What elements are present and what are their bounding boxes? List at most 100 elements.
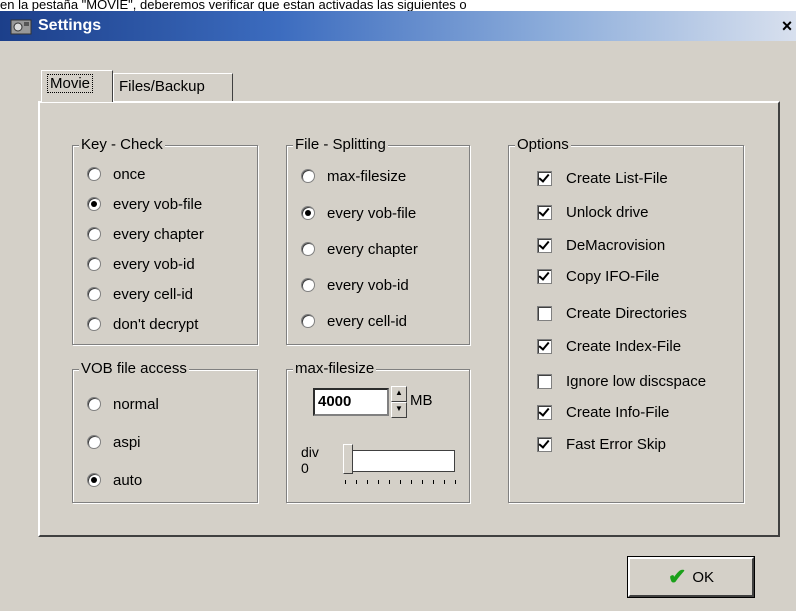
radio-indicator: [301, 242, 315, 256]
radio-auto[interactable]: auto: [87, 470, 142, 490]
slider-ticks: [345, 480, 457, 484]
radio-indicator: [87, 287, 101, 301]
key-check-group: Key - Check once every vob-file every ch…: [72, 136, 258, 345]
checkbox-indicator: [537, 436, 552, 452]
checkbox-indicator: [537, 338, 552, 354]
radio-every-vob-file[interactable]: every vob-file: [87, 194, 202, 214]
checkbox-label: DeMacrovision: [566, 236, 666, 254]
checkbox-indicator: [537, 170, 552, 186]
options-title: Options: [515, 136, 571, 153]
radio-indicator: [301, 314, 315, 328]
title-bar: Settings ×: [0, 11, 796, 41]
filesize-input[interactable]: 4000: [313, 388, 389, 416]
checkbox-indicator: [537, 404, 552, 420]
radio-label: auto: [113, 471, 143, 489]
radio-max-filesize[interactable]: max-filesize: [301, 166, 406, 186]
checkbox-label: Create Directories: [566, 304, 687, 322]
checkbox-indicator: [537, 373, 552, 389]
radio-every-vob-id-split[interactable]: every vob-id: [301, 275, 409, 295]
options-group: Options Create List-File Unlock drive De…: [508, 136, 744, 503]
max-filesize-title: max-filesize: [293, 360, 377, 377]
tab-movie[interactable]: Movie: [41, 70, 113, 102]
radio-label: aspi: [113, 433, 141, 451]
radio-label: every vob-file: [113, 195, 203, 213]
checkmark-icon: ✔: [667, 564, 687, 589]
radio-indicator: [87, 317, 101, 331]
radio-indicator: [87, 435, 101, 449]
vob-access-title: VOB file access: [79, 360, 189, 377]
radio-label: every vob-file: [327, 204, 417, 222]
tab-movie-label: Movie: [47, 74, 94, 93]
settings-app-icon: [10, 19, 32, 35]
checkbox-unlock-drive[interactable]: Unlock drive: [537, 202, 649, 222]
radio-every-cell-id[interactable]: every cell-id: [87, 284, 193, 304]
window-title: Settings: [38, 17, 102, 34]
checkbox-demacrovision[interactable]: DeMacrovision: [537, 235, 665, 255]
max-filesize-group: max-filesize 4000 ▲ ▼ MB div 0: [286, 360, 470, 503]
checkbox-create-info-file[interactable]: Create Info-File: [537, 402, 669, 422]
radio-label: every cell-id: [113, 285, 194, 303]
checkbox-label: Create List-File: [566, 169, 668, 187]
slider-label-zero: 0: [301, 460, 309, 476]
checkbox-indicator: [537, 268, 552, 284]
checkbox-indicator: [537, 204, 552, 220]
radio-once[interactable]: once: [87, 164, 146, 184]
radio-label: every chapter: [113, 225, 204, 243]
radio-label: every vob-id: [113, 255, 195, 273]
radio-label: don't decrypt: [113, 315, 199, 333]
radio-indicator: [87, 473, 101, 487]
radio-dont-decrypt[interactable]: don't decrypt: [87, 314, 198, 334]
checkbox-ignore-low-discspace[interactable]: Ignore low discspace: [537, 371, 706, 391]
checkbox-label: Copy IFO-File: [566, 267, 660, 285]
checkbox-indicator: [537, 237, 552, 253]
checkbox-create-directories[interactable]: Create Directories: [537, 303, 687, 323]
radio-indicator: [87, 257, 101, 271]
radio-indicator: [301, 278, 315, 292]
radio-every-vob-file-split[interactable]: every vob-file: [301, 203, 416, 223]
radio-indicator: [301, 169, 315, 183]
radio-every-cell-id-split[interactable]: every cell-id: [301, 311, 407, 331]
checkbox-label: Create Index-File: [566, 337, 682, 355]
radio-label: max-filesize: [327, 167, 407, 185]
divisor-slider-track[interactable]: [345, 450, 455, 472]
ok-button-label: OK: [692, 568, 715, 586]
radio-label: every vob-id: [327, 276, 409, 294]
radio-label: every chapter: [327, 240, 418, 258]
checkbox-copy-ifo-file[interactable]: Copy IFO-File: [537, 266, 659, 286]
radio-indicator: [87, 197, 101, 211]
radio-every-chapter-split[interactable]: every chapter: [301, 239, 418, 259]
key-check-title: Key - Check: [79, 136, 165, 153]
close-button[interactable]: ×: [778, 15, 796, 37]
checkbox-create-list-file[interactable]: Create List-File: [537, 168, 668, 188]
slider-label-div: div: [301, 444, 319, 460]
checkbox-label: Unlock drive: [566, 203, 649, 221]
radio-indicator: [301, 206, 315, 220]
radio-indicator: [87, 397, 101, 411]
file-splitting-group: File - Splitting max-filesize every vob-…: [286, 136, 470, 345]
checkbox-fast-error-skip[interactable]: Fast Error Skip: [537, 434, 666, 454]
divisor-slider-thumb[interactable]: [343, 444, 353, 474]
file-splitting-title: File - Splitting: [293, 136, 388, 153]
checkbox-label: Create Info-File: [566, 403, 670, 421]
vob-access-group: VOB file access normal aspi auto: [72, 360, 258, 503]
checkbox-create-index-file[interactable]: Create Index-File: [537, 336, 681, 356]
radio-indicator: [87, 227, 101, 241]
checkbox-label: Ignore low discspace: [566, 372, 707, 390]
checkbox-indicator: [537, 305, 552, 321]
filesize-spinner[interactable]: ▲ ▼: [391, 386, 407, 418]
radio-every-chapter[interactable]: every chapter: [87, 224, 204, 244]
radio-aspi[interactable]: aspi: [87, 432, 141, 452]
radio-label: every cell-id: [327, 312, 408, 330]
radio-normal[interactable]: normal: [87, 394, 159, 414]
ok-button[interactable]: ✔ OK: [627, 556, 755, 598]
spin-down-icon[interactable]: ▼: [391, 402, 407, 418]
slider-label: div 0: [301, 444, 319, 476]
checkbox-label: Fast Error Skip: [566, 435, 667, 453]
radio-every-vob-id[interactable]: every vob-id: [87, 254, 195, 274]
tab-files-backup[interactable]: Files/Backup: [113, 73, 233, 101]
radio-indicator: [87, 167, 101, 181]
tab-panel-movie: Key - Check once every vob-file every ch…: [38, 101, 780, 537]
radio-label: normal: [113, 395, 159, 413]
spin-up-icon[interactable]: ▲: [391, 386, 407, 402]
filesize-unit: MB: [410, 392, 433, 409]
